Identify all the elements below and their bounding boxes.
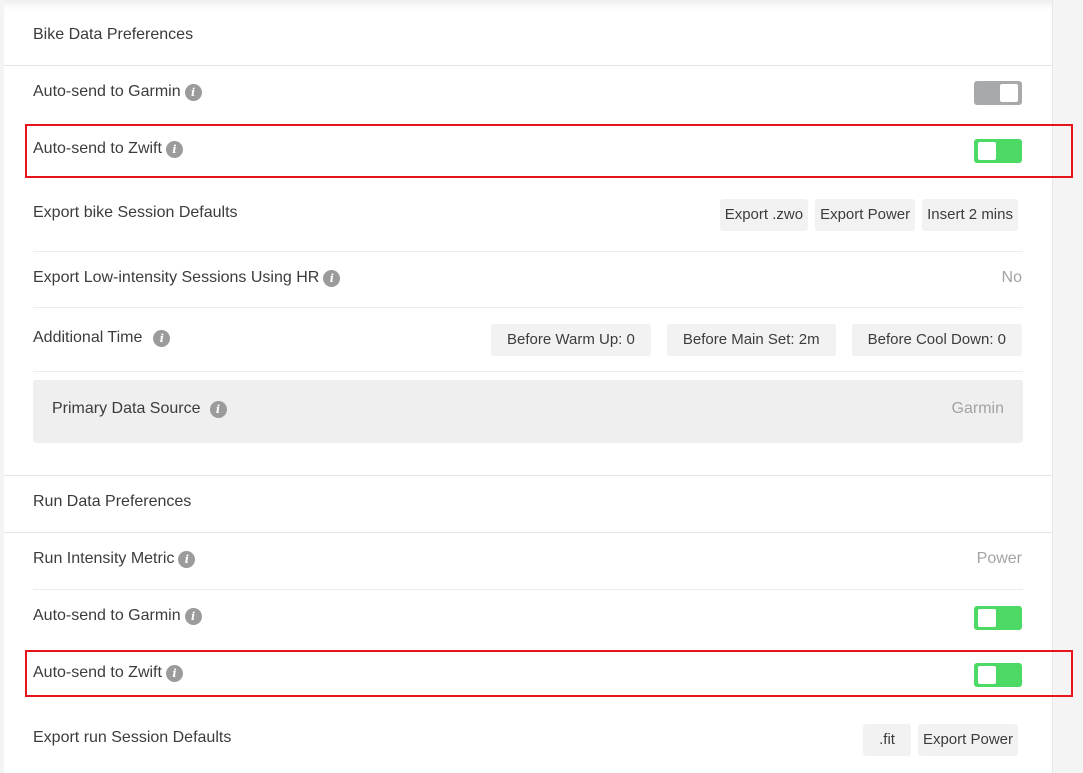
run-export-defaults-chips: .fit Export Power: [863, 724, 1018, 756]
toggle-knob: [1000, 84, 1018, 102]
run-auto-garmin-toggle[interactable]: [974, 606, 1022, 630]
fit-chip[interactable]: .fit: [863, 724, 911, 756]
info-icon[interactable]: i: [209, 400, 227, 418]
bike-low-intensity-value[interactable]: No: [1002, 269, 1022, 287]
row-divider: [33, 371, 1023, 372]
row-divider: [33, 251, 1023, 252]
before-warm-up-chip[interactable]: Before Warm Up: 0: [491, 324, 651, 356]
highlight-box-run-zwift: [25, 650, 1073, 697]
section-divider: [4, 65, 1052, 66]
export-zwo-chip[interactable]: Export .zwo: [719, 199, 809, 231]
primary-data-source-value[interactable]: Garmin: [952, 400, 1004, 418]
row-divider: [33, 589, 1023, 590]
export-power-chip[interactable]: Export Power: [815, 199, 916, 231]
export-power-chip[interactable]: Export Power: [917, 724, 1018, 756]
bike-additional-time-chips: Before Warm Up: 0 Before Main Set: 2m Be…: [491, 324, 1022, 356]
bike-export-defaults-chips: Export .zwo Export Power Insert 2 mins: [719, 199, 1018, 231]
highlight-box-bike-zwift: [25, 124, 1073, 178]
info-icon[interactable]: i: [323, 269, 341, 287]
primary-data-source-box: Primary Data Source i Garmin: [33, 380, 1023, 443]
bike-auto-garmin-label: Auto-send to Garmin i: [33, 83, 202, 101]
primary-data-source-label: Primary Data Source i: [52, 400, 227, 418]
insert-2-mins-chip[interactable]: Insert 2 mins: [922, 199, 1018, 231]
info-icon[interactable]: i: [153, 329, 171, 347]
info-icon[interactable]: i: [178, 550, 196, 568]
before-main-set-chip[interactable]: Before Main Set: 2m: [666, 324, 836, 356]
bike-low-intensity-label: Export Low-intensity Sessions Using HR i: [33, 269, 341, 287]
bike-auto-garmin-toggle[interactable]: [974, 81, 1022, 105]
run-intensity-metric-label: Run Intensity Metric i: [33, 550, 196, 568]
run-section-title: Run Data Preferences: [33, 493, 192, 510]
run-export-defaults-label: Export run Session Defaults: [33, 729, 232, 746]
top-shadow: [4, 0, 1052, 10]
bike-section-title: Bike Data Preferences: [33, 26, 194, 43]
run-intensity-metric-value[interactable]: Power: [977, 550, 1022, 568]
section-divider: [4, 475, 1052, 476]
before-cool-down-chip[interactable]: Before Cool Down: 0: [851, 324, 1022, 356]
toggle-knob: [978, 609, 996, 627]
section-divider: [4, 532, 1052, 533]
bike-export-defaults-label: Export bike Session Defaults: [33, 204, 238, 221]
run-auto-garmin-label: Auto-send to Garmin i: [33, 607, 202, 625]
info-icon[interactable]: i: [184, 83, 202, 101]
row-divider: [33, 307, 1023, 308]
bike-additional-time-label: Additional Time i: [33, 329, 171, 347]
info-icon[interactable]: i: [184, 607, 202, 625]
